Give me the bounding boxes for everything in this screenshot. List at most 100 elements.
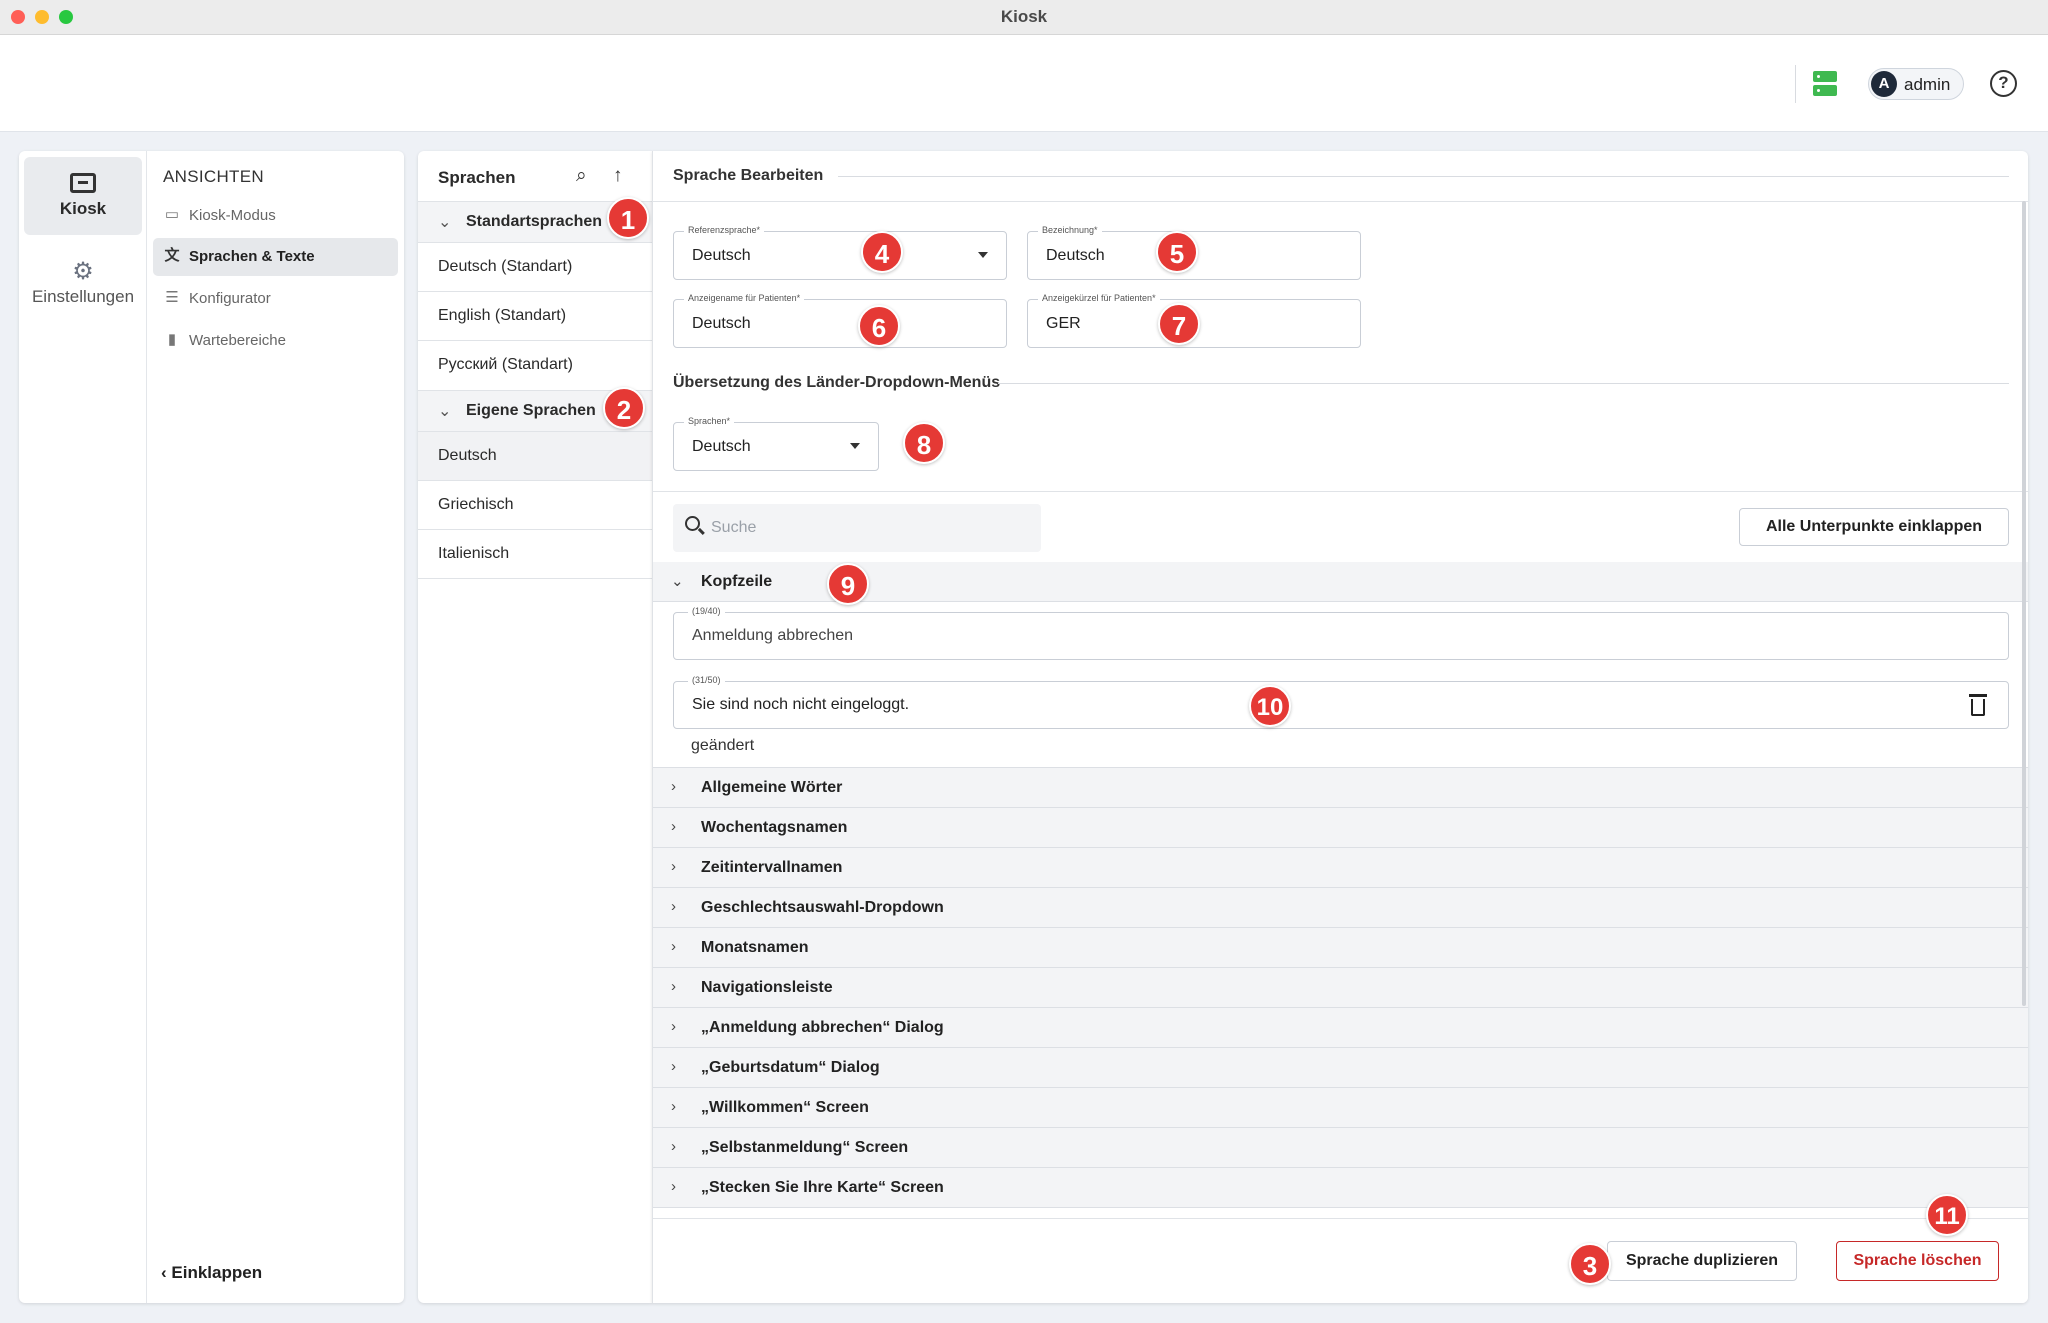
annotation-badge: 8 [903,422,945,464]
field-value: Deutsch [1046,247,1105,264]
sort-arrow-up-icon[interactable]: ↑ [613,165,623,187]
list-item[interactable]: Deutsch [418,432,652,481]
field-value: Deutsch [692,247,751,264]
char-count: (31/50) [688,675,725,685]
section-header[interactable]: › Monatsnamen [653,928,2028,968]
avatar: A [1871,71,1897,97]
section-label: Allgemeine Wörter [701,779,843,796]
app-header: A admin ? [0,35,2048,132]
display-name-field[interactable]: Anzeigename für Patienten* Deutsch [673,293,1007,348]
section-label: Geschlechtsauswahl-Dropdown [701,899,944,916]
annotation-badge: 10 [1249,685,1291,727]
dropdown-caret-icon [978,252,988,258]
chevron-right-icon: › [671,778,676,795]
user-name: admin [1904,75,1951,94]
list-item[interactable]: Deutsch (Standart) [418,243,652,292]
language-name: Deutsch (Standart) [438,258,573,275]
translation-value: Anmeldung abbrechen [692,627,854,644]
field-label: Bezeichnung* [1038,225,1102,235]
footer-actions: Sprache duplizieren Sprache löschen [653,1218,2028,1303]
help-icon[interactable]: ? [1990,70,2017,97]
chevron-right-icon: › [671,1178,676,1195]
monitor-icon: ▭ [164,206,180,223]
list-item[interactable]: English (Standart) [418,292,652,341]
search-icon[interactable]: ⌕ [576,165,587,187]
section-header[interactable]: › „Anmeldung abbrechen“ Dialog [653,1008,2028,1048]
languages-title: Sprachen [438,168,516,187]
chevron-down-icon: ⌄ [671,573,684,590]
chevron-down-icon: ⌄ [438,403,452,420]
field-value: Deutsch [692,315,751,332]
section-header[interactable]: › Allgemeine Wörter [653,768,2028,808]
section-header[interactable]: › „Selbstanmeldung“ Screen [653,1128,2028,1168]
user-menu[interactable]: A admin [1868,68,1964,100]
annotation-badge: 2 [603,387,645,429]
edit-title: Sprache Bearbeiten [673,167,824,184]
chevron-right-icon: › [671,1098,676,1115]
nav-item-configurator[interactable]: ☰ Konfigurator [153,280,398,318]
section-header[interactable]: › „Stecken Sie Ihre Karte“ Screen [653,1168,2028,1208]
section-label: „Willkommen“ Screen [701,1099,869,1116]
scrollbar[interactable] [2022,201,2026,1006]
search-icon [685,516,700,531]
section-header[interactable]: › Navigationsleiste [653,968,2028,1008]
section-label: „Geburtsdatum“ Dialog [701,1059,880,1076]
section-label: Zeitintervallnamen [701,859,843,876]
section-label: Wochentagsnamen [701,819,848,836]
annotation-badge: 7 [1158,303,1200,345]
section-header[interactable]: › „Willkommen“ Screen [653,1088,2028,1128]
language-name: Italienisch [438,545,510,562]
door-icon: ▮ [167,331,177,348]
window-title: Kiosk [1000,7,1048,26]
dropdown-caret-icon [850,443,860,449]
rail-item-kiosk[interactable]: Kiosk [24,157,142,235]
nav-item-label: Konfigurator [189,290,271,307]
chevron-right-icon: › [671,978,676,995]
annotation-badge: 6 [858,305,900,347]
annotation-badge: 11 [1926,1194,1968,1236]
translation-field[interactable]: (31/50) Sie sind noch nicht eingeloggt. [673,675,2009,729]
duplicate-language-button[interactable]: Sprache duplizieren [1607,1241,1797,1281]
divider [838,176,2009,177]
divider [653,491,2028,492]
section-header[interactable]: › „Geburtsdatum“ Dialog [653,1048,2028,1088]
annotation-badge: 9 [827,563,869,605]
nav-item-languages[interactable]: 文 Sprachen & Texte [153,238,398,276]
list-item[interactable]: Italienisch [418,530,652,579]
nav-item-waiting-areas[interactable]: ▮ Wartebereiche [153,322,398,360]
countries-language-select[interactable]: Sprachen* Deutsch [673,416,879,471]
rail-item-settings[interactable]: ⚙ Einstellungen [24,247,142,325]
translation-field[interactable]: (19/40) Anmeldung abbrechen [673,606,2009,660]
languages-panel: Sprachen ⌕ ↑ ⌄ Standartsprachen Deutsch … [418,151,652,1303]
section-header[interactable]: › Wochentagsnamen [653,808,2028,848]
collapse-nav-button[interactable]: ‹ Einklappen [161,1263,262,1283]
collapse-all-button[interactable]: Alle Unterpunkte einklappen [1739,508,2009,546]
chevron-right-icon: › [671,898,676,915]
search-input[interactable] [711,516,1011,540]
section-header[interactable]: › Zeitintervallnamen [653,848,2028,888]
language-name: Deutsch [438,447,497,464]
list-item[interactable]: Griechisch [418,481,652,530]
countries-title: Übersetzung des Länder-Dropdown-Menüs [673,374,1001,391]
field-label: Referenzsprache* [684,225,765,235]
chevron-right-icon: › [671,1138,676,1155]
field-label: Anzeigekürzel für Patienten* [1038,293,1160,303]
text-search [673,504,1041,552]
rail-item-label: Einstellungen [31,287,135,306]
trash-icon[interactable] [1969,694,1987,716]
header-divider [1795,65,1796,103]
collapse-label: Einklappen [171,1263,263,1282]
annotation-badge: 1 [607,197,649,239]
divider [998,383,2009,384]
server-status-icon[interactable] [1813,71,1837,97]
char-count: (19/40) [688,606,725,616]
reference-language-select[interactable]: Referenzsprache* Deutsch [673,225,1007,280]
list-item[interactable]: Русский (Standart) [418,341,652,390]
app-rail: Kiosk ⚙ Einstellungen [19,151,147,1303]
window-titlebar: Kiosk [0,0,2048,35]
chevron-right-icon: › [671,1058,676,1075]
nav-item-kiosk-mode[interactable]: ▭ Kiosk-Modus [153,197,398,235]
section-header[interactable]: › Geschlechtsauswahl-Dropdown [653,888,2028,928]
rail-item-label: Kiosk [59,199,107,218]
delete-language-button[interactable]: Sprache löschen [1836,1241,1999,1281]
